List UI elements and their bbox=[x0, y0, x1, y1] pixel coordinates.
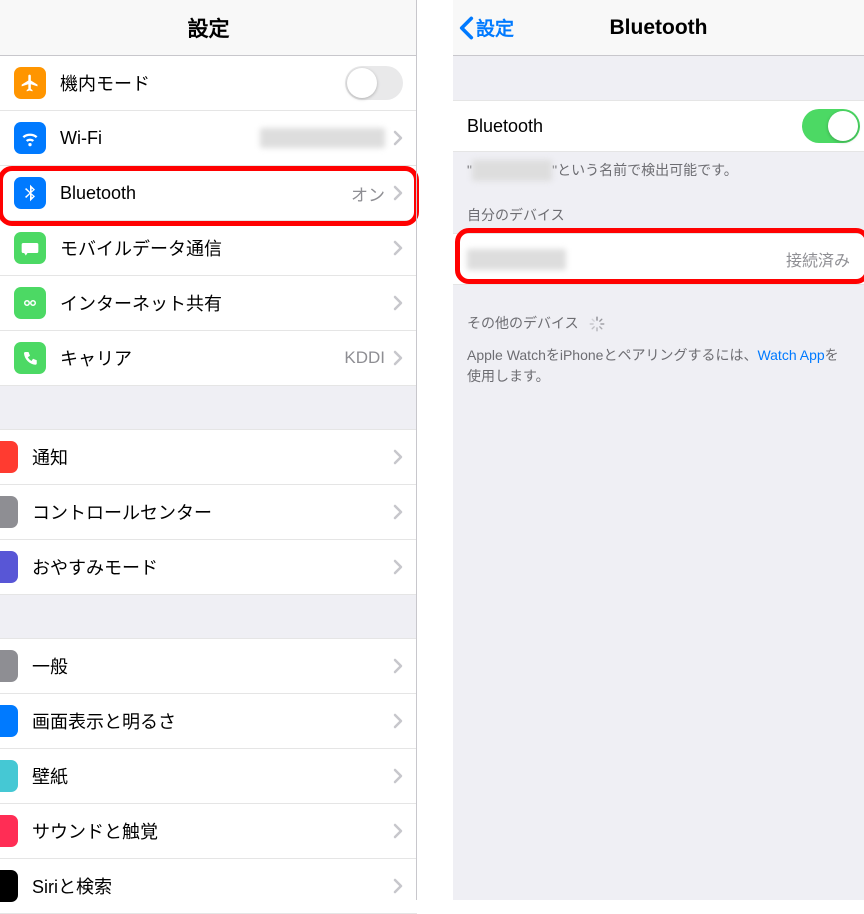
chevron-right-icon bbox=[393, 713, 403, 729]
controlcenter-icon bbox=[0, 496, 18, 528]
spinner-icon bbox=[588, 315, 606, 333]
bluetooth-toggle-row[interactable]: Bluetooth bbox=[453, 100, 864, 152]
notifications-icon bbox=[0, 441, 18, 473]
row-controlcenter[interactable]: コントロールセンター bbox=[0, 485, 417, 540]
my-device-name: My Device 1 bbox=[467, 249, 786, 270]
row-sounds[interactable]: サウンドと触覚 bbox=[0, 804, 417, 859]
row-display[interactable]: 画面表示と明るさ bbox=[0, 694, 417, 749]
airplane-icon bbox=[14, 67, 46, 99]
settings-title: 設定 bbox=[0, 0, 417, 56]
row-controlcenter-label: コントロールセンター bbox=[32, 499, 393, 525]
row-display-label: 画面表示と明るさ bbox=[32, 708, 393, 734]
general-icon bbox=[0, 650, 18, 682]
chevron-right-icon bbox=[393, 823, 403, 839]
row-notifications-label: 通知 bbox=[32, 444, 393, 470]
airplane-toggle[interactable] bbox=[345, 66, 403, 100]
row-bluetooth[interactable]: Bluetooth オン bbox=[0, 166, 417, 221]
bluetooth-detail-pane: 設定 Bluetooth Bluetooth "DeviceName"という名前… bbox=[453, 0, 864, 900]
bluetooth-toggle[interactable] bbox=[802, 109, 860, 143]
row-airplane-label: 機内モード bbox=[60, 70, 345, 96]
row-cellular[interactable]: モバイルデータ通信 bbox=[0, 221, 417, 276]
dnd-icon bbox=[0, 551, 18, 583]
pair-watch-text: Apple WatchをiPhoneとペアリングするには、Watch Appを使… bbox=[453, 341, 864, 401]
row-notifications[interactable]: 通知 bbox=[0, 430, 417, 485]
other-devices-header: その他のデバイス bbox=[453, 285, 864, 341]
row-bluetooth-value: オン bbox=[351, 181, 385, 206]
chevron-right-icon bbox=[393, 658, 403, 674]
bluetooth-title: 設定 Bluetooth bbox=[453, 0, 864, 56]
my-device-row[interactable]: My Device 1 接続済み bbox=[453, 233, 864, 285]
chevron-right-icon bbox=[393, 295, 403, 311]
watch-app-link[interactable]: Watch App bbox=[757, 347, 824, 363]
chevron-right-icon bbox=[393, 240, 403, 256]
chevron-right-icon bbox=[393, 768, 403, 784]
sounds-icon bbox=[0, 815, 18, 847]
row-general-label: 一般 bbox=[32, 653, 393, 679]
back-button[interactable]: 設定 bbox=[459, 0, 514, 55]
cellular-icon bbox=[14, 232, 46, 264]
row-dnd-label: おやすみモード bbox=[32, 554, 393, 580]
row-general[interactable]: 一般 bbox=[0, 639, 417, 694]
row-siri[interactable]: Siriと検索 bbox=[0, 859, 417, 914]
hotspot-icon bbox=[14, 287, 46, 319]
settings-list-pane: 設定 機内モード Wi-Fi WiFiNetwork123 Bluetooth … bbox=[0, 0, 417, 900]
bluetooth-toggle-label: Bluetooth bbox=[467, 116, 802, 137]
row-airplane[interactable]: 機内モード bbox=[0, 56, 417, 111]
display-icon bbox=[0, 705, 18, 737]
row-sounds-label: サウンドと触覚 bbox=[32, 818, 393, 844]
row-carrier-value: KDDI bbox=[344, 348, 385, 368]
row-wifi-label: Wi-Fi bbox=[60, 128, 260, 149]
bluetooth-icon bbox=[14, 177, 46, 209]
chevron-right-icon bbox=[393, 559, 403, 575]
my-device-status: 接続済み bbox=[786, 247, 850, 271]
row-wallpaper-label: 壁紙 bbox=[32, 763, 393, 789]
row-hotspot[interactable]: インターネット共有 bbox=[0, 276, 417, 331]
row-dnd[interactable]: おやすみモード bbox=[0, 540, 417, 595]
discoverable-text: "DeviceName"という名前で検出可能です。 bbox=[453, 152, 864, 195]
back-label: 設定 bbox=[476, 14, 514, 41]
carrier-icon bbox=[14, 342, 46, 374]
my-devices-header: 自分のデバイス bbox=[453, 195, 864, 233]
row-carrier-label: キャリア bbox=[60, 345, 344, 371]
chevron-right-icon bbox=[393, 350, 403, 366]
siri-icon bbox=[0, 870, 18, 902]
wallpaper-icon bbox=[0, 760, 18, 792]
row-carrier[interactable]: キャリア KDDI bbox=[0, 331, 417, 386]
row-wallpaper[interactable]: 壁紙 bbox=[0, 749, 417, 804]
row-wifi[interactable]: Wi-Fi WiFiNetwork123 bbox=[0, 111, 417, 166]
chevron-right-icon bbox=[393, 878, 403, 894]
wifi-icon bbox=[14, 122, 46, 154]
row-bluetooth-label: Bluetooth bbox=[60, 183, 351, 204]
chevron-right-icon bbox=[393, 130, 403, 146]
row-wifi-value: WiFiNetwork123 bbox=[260, 128, 385, 148]
row-cellular-label: モバイルデータ通信 bbox=[60, 235, 393, 261]
chevron-right-icon bbox=[393, 504, 403, 520]
chevron-right-icon bbox=[393, 185, 403, 201]
row-hotspot-label: インターネット共有 bbox=[60, 290, 393, 316]
row-siri-label: Siriと検索 bbox=[32, 873, 393, 899]
chevron-right-icon bbox=[393, 449, 403, 465]
